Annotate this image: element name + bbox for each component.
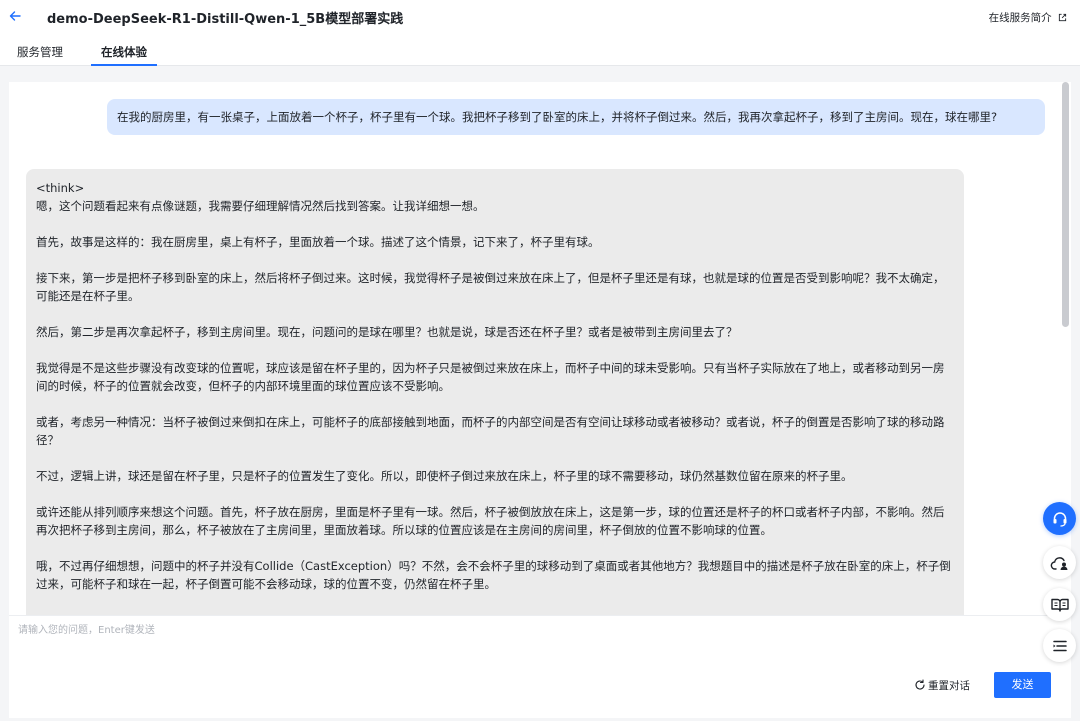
- user-message-bubble: 在我的厨房里，有一张桌子，上面放着一个杯子，杯子里有一个球。我把杯子移到了卧室的…: [107, 99, 1045, 135]
- tab-service-management[interactable]: 服务管理: [17, 44, 63, 66]
- question-input[interactable]: [18, 621, 1018, 661]
- cloud-user-icon: [1050, 556, 1067, 570]
- reset-conversation-button[interactable]: 重置对话: [914, 678, 970, 694]
- customer-service-icon: [1053, 511, 1066, 527]
- service-intro-link[interactable]: 在线服务简介: [989, 10, 1067, 25]
- assistant-paragraph: 我觉得是不是这些步骤没有改变球的位置呢，球应该是留在杯子里的，因为杯子只是被倒过…: [36, 361, 945, 393]
- list-icon: [1052, 640, 1067, 651]
- chat-panel: 在我的厨房里，有一张桌子，上面放着一个杯子，杯子里有一个球。我把杯子移到了卧室的…: [9, 82, 1071, 718]
- input-divider: [9, 615, 1071, 616]
- customer-service-button[interactable]: [1043, 502, 1076, 535]
- outline-button[interactable]: [1043, 629, 1076, 662]
- chat-scrollbar[interactable]: [1062, 82, 1069, 327]
- assistant-paragraph: 不过，逻辑上讲，球还是留在杯子里，只是杯子的位置发生了变化。所以，即使杯子倒过来…: [36, 469, 853, 483]
- service-intro-label: 在线服务简介: [988, 12, 1052, 24]
- assistant-paragraph: 首先，故事是这样的：我在厨房里，桌上有杯子，里面放着一个球。描述了这个情景，记下…: [36, 235, 600, 249]
- external-link-icon: [1058, 13, 1067, 22]
- assistant-paragraph: <think>: [36, 181, 85, 195]
- tab-online-experience[interactable]: 在线体验: [91, 44, 157, 66]
- book-icon: [1050, 598, 1069, 612]
- documentation-button[interactable]: [1043, 588, 1076, 621]
- active-tab-indicator: [91, 64, 157, 66]
- cloud-user-button[interactable]: [1043, 546, 1076, 579]
- assistant-paragraph: 哦，不过再仔细想想，问题中的杯子并没有Collide（CastException…: [36, 559, 951, 591]
- assistant-paragraph: 然后，第二步是再次拿起杯子，移到主房间里。现在，问题问的是球在哪里？也就是说，球…: [36, 325, 738, 339]
- assistant-paragraph: 或许还能从排列顺序来想这个问题。首先，杯子放在厨房，里面是杯子里有一球。然后，杯…: [36, 505, 945, 537]
- top-header: demo-DeepSeek-R1-Distill-Qwen-1_5B模型部署实践…: [0, 0, 1080, 66]
- refresh-icon: [915, 679, 925, 690]
- message-list[interactable]: 在我的厨房里，有一张桌子，上面放着一个杯子，杯子里有一个球。我把杯子移到了卧室的…: [9, 82, 1071, 615]
- send-button[interactable]: 发送: [994, 672, 1051, 698]
- page-title: demo-DeepSeek-R1-Distill-Qwen-1_5B模型部署实践: [47, 12, 404, 27]
- assistant-paragraph: 接下来，第一步是把杯子移到卧室的床上，然后将杯子倒过来。这时候，我觉得杯子是被倒…: [36, 271, 945, 303]
- back-button[interactable]: [8, 6, 24, 26]
- reset-conversation-label: 重置对话: [928, 680, 970, 692]
- tab-online-experience-label: 在线体验: [101, 45, 147, 59]
- arrow-left-icon: [9, 11, 21, 21]
- assistant-message-bubble: <think> 嗯，这个问题看起来有点像谜题，我需要仔细理解情况然后找到答案。让…: [26, 169, 964, 615]
- assistant-paragraph: 嗯，这个问题看起来有点像谜题，我需要仔细理解情况然后找到答案。让我详细想一想。: [36, 199, 485, 213]
- assistant-paragraph: 或者，考虑另一种情况：当杯子被倒过来倒扣在床上，可能杯子的底部接触到地面，而杯子…: [36, 415, 945, 447]
